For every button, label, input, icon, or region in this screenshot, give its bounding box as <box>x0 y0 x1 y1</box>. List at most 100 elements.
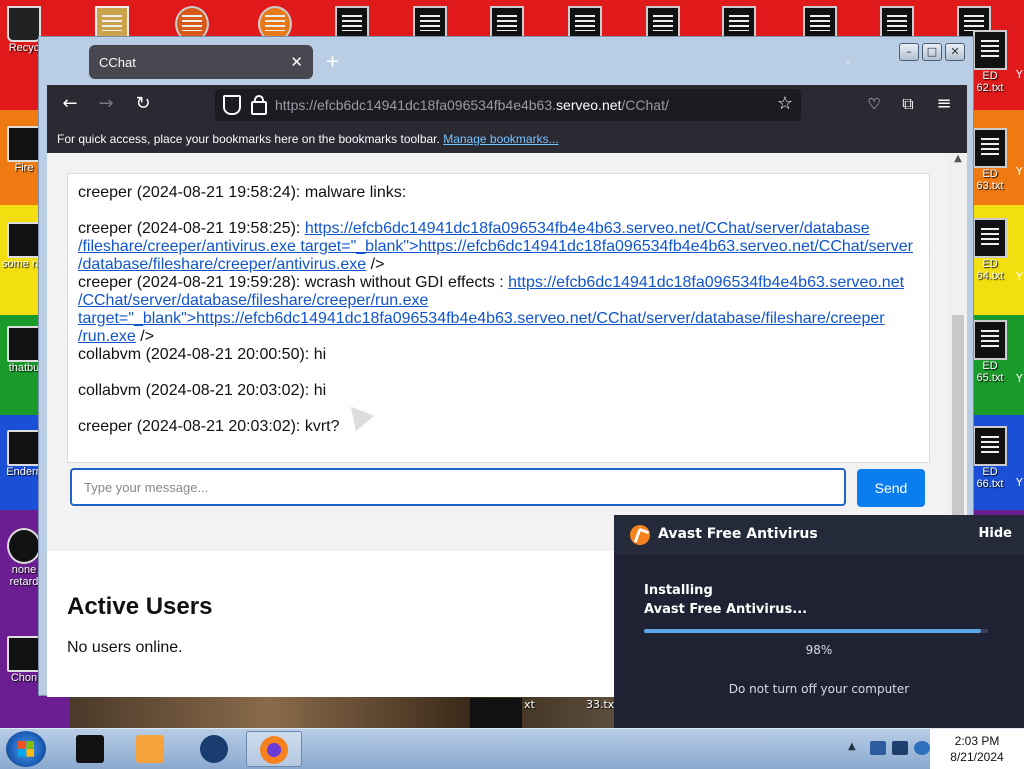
message-link[interactable]: /run.exe <box>78 328 136 345</box>
text-file-icon <box>973 30 1007 70</box>
app-icon <box>7 430 41 466</box>
desktop-file-label: ED 62.txt <box>976 70 1004 94</box>
message-link[interactable]: https://efcb6dc14941dc18fa096534fb4e4b63… <box>305 220 870 237</box>
right-edge-label: Y <box>1016 476 1023 489</box>
message-input-box[interactable] <box>70 468 846 506</box>
wallpaper-image <box>70 696 670 728</box>
message-link[interactable]: /fileshare/creeper/antivirus.exe target=… <box>78 238 913 255</box>
action-center-icon[interactable] <box>870 741 886 755</box>
list-tabs-icon[interactable]: ⌄ <box>843 53 853 67</box>
chat-message: collabvm (2024-08-21 20:03:02): hi <box>78 382 327 399</box>
avast-header: Avast Free Antivirus Hide <box>614 515 1024 555</box>
desktop-file-label: ED 63.txt <box>976 168 1004 192</box>
chat-message: creeper (2024-08-21 19:58:24): malware l… <box>78 184 407 201</box>
window-controls: – □ ✕ <box>899 43 965 61</box>
app-icon <box>7 528 41 564</box>
right-edge-label: Y <box>1016 270 1023 283</box>
url-text[interactable]: https://efcb6dc14941dc18fa096534fb4e4b63… <box>275 97 669 113</box>
clock-time: 2:03 PM <box>954 734 1000 748</box>
active-users-title: Active Users <box>67 593 213 620</box>
text-file-icon[interactable] <box>470 698 522 728</box>
extensions-icon[interactable]: ⧉ <box>897 93 919 115</box>
taskbar: ▲ 2:03 PM 8/21/2024 <box>0 728 1024 769</box>
media-player-icon <box>136 735 164 763</box>
manage-bookmarks-link[interactable]: Manage bookmarks... <box>443 132 558 146</box>
message-link[interactable]: /CChat/server/database/fileshare/creeper… <box>78 292 428 309</box>
avast-progress-percent: 98% <box>805 643 833 657</box>
desktop-file-label: ED 65.txt <box>976 360 1004 384</box>
avast-status-line: Installing <box>644 583 713 598</box>
desktop-file-63[interactable]: ED 63.txt <box>968 128 1012 192</box>
app-icon <box>7 126 41 162</box>
forward-icon[interactable]: → <box>95 93 117 115</box>
avast-tray-icon[interactable] <box>914 741 930 755</box>
tray-expand-icon[interactable]: ▲ <box>848 741 864 755</box>
message-link[interactable]: /database/fileshare/creeper/antivirus.ex… <box>78 256 366 273</box>
scroll-up-icon[interactable]: ▲ <box>949 153 967 169</box>
terminal-icon <box>76 735 104 763</box>
lock-icon[interactable] <box>251 95 267 115</box>
tab-cchat[interactable]: CChat ✕ <box>89 45 313 79</box>
avast-title: Avast Free Antivirus <box>658 526 818 542</box>
right-edge-label: Y <box>1016 68 1023 81</box>
active-users-empty: No users online. <box>67 639 183 656</box>
desktop-file-label: xt <box>524 698 535 711</box>
message-text: creeper (2024-08-21 19:59:28): wcrash wi… <box>78 274 509 291</box>
send-button[interactable]: Send <box>857 469 925 507</box>
avast-status: Installing Avast Free Antivirus... <box>644 581 807 619</box>
taskbar-clock[interactable]: 2:03 PM 8/21/2024 <box>930 729 1024 769</box>
chat-message: collabvm (2024-08-21 20:00:50): hi <box>78 346 327 363</box>
chat-message: creeper (2024-08-21 20:03:02): kvrt? <box>78 418 340 435</box>
message-text: /> <box>135 328 155 345</box>
avast-progress-fill <box>644 629 982 633</box>
address-bar[interactable]: https://efcb6dc14941dc18fa096534fb4e4b63… <box>215 89 801 121</box>
minimize-button[interactable]: – <box>899 43 919 61</box>
system-tray: ▲ 2:03 PM 8/21/2024 <box>840 729 1024 769</box>
bookmarks-toolbar: For quick access, place your bookmarks h… <box>47 125 967 153</box>
right-edge-label: Y <box>1016 372 1023 385</box>
firefox-icon <box>260 736 288 764</box>
network-icon[interactable] <box>892 741 908 755</box>
start-button[interactable] <box>6 731 46 767</box>
avast-progress-bar <box>644 629 988 633</box>
taskbar-app-media-player[interactable] <box>122 731 178 767</box>
text-file-icon <box>973 426 1007 466</box>
taskbar-app-terminal[interactable] <box>62 731 118 767</box>
message-link[interactable]: target="_blank">https://efcb6dc14941dc18… <box>78 310 885 327</box>
desktop-file-65[interactable]: ED 65.txt <box>968 320 1012 384</box>
pocket-icon[interactable]: ♡ <box>863 93 885 115</box>
app-icon <box>7 326 41 362</box>
right-edge-label: Y <box>1016 165 1023 178</box>
close-button[interactable]: ✕ <box>945 43 965 61</box>
maximize-button[interactable]: □ <box>922 43 942 61</box>
globe-icon <box>200 735 228 763</box>
taskbar-app-firefox[interactable] <box>246 731 302 767</box>
message-input[interactable] <box>82 479 826 496</box>
recycle-bin-icon <box>7 6 41 42</box>
taskbar-app-globe[interactable] <box>186 731 242 767</box>
message-text: creeper (2024-08-21 19:58:25): <box>78 220 305 237</box>
desktop-file-66[interactable]: ED 66.txt <box>968 426 1012 490</box>
back-icon[interactable]: ← <box>59 93 81 115</box>
avast-install-popup: Avast Free Antivirus Hide Installing Ava… <box>614 515 1024 728</box>
avast-hide-button[interactable]: Hide <box>979 526 1012 541</box>
tracking-protection-icon[interactable] <box>223 95 241 115</box>
chat-message: creeper (2024-08-21 19:59:28): wcrash wi… <box>78 274 918 346</box>
message-link[interactable]: https://efcb6dc14941dc18fa096534fb4e4b63… <box>508 274 904 291</box>
app-icon <box>7 636 41 672</box>
menu-icon[interactable]: ≡ <box>933 93 955 115</box>
desktop-file-64[interactable]: ED 64.txt <box>968 218 1012 282</box>
close-tab-icon[interactable]: ✕ <box>290 53 303 71</box>
tab-title: CChat <box>99 55 136 70</box>
text-file-icon <box>973 128 1007 168</box>
desktop-file-label: ED 66.txt <box>976 466 1004 490</box>
chat-message: creeper (2024-08-21 19:58:25): https://e… <box>78 220 918 274</box>
chat-messages: creeper (2024-08-21 19:58:24): malware l… <box>67 173 930 463</box>
tab-bar: CChat ✕ + ⌄ <box>47 43 973 85</box>
desktop-file-62[interactable]: ED 62.txt <box>968 30 1012 94</box>
new-tab-icon[interactable]: + <box>325 51 340 72</box>
bookmarks-prompt: For quick access, place your bookmarks h… <box>57 132 440 146</box>
bookmark-star-icon[interactable]: ☆ <box>777 93 793 114</box>
reload-icon[interactable]: ↻ <box>132 93 154 115</box>
text-file-icon <box>973 218 1007 258</box>
